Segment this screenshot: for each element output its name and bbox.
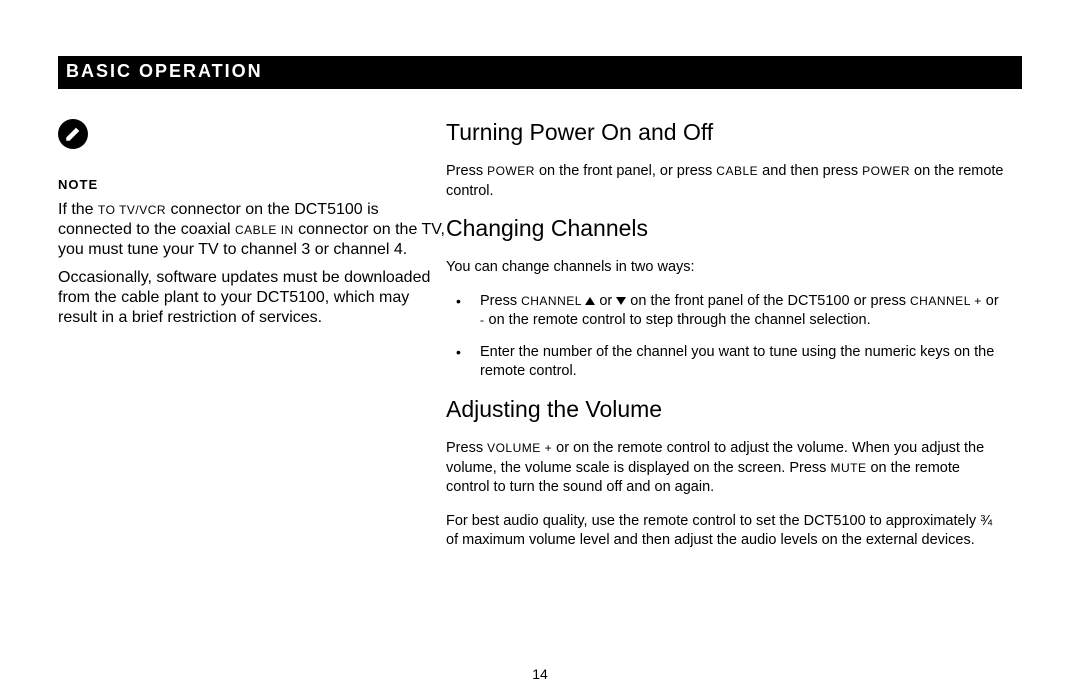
note-column: NOTE If the TO TV/VCR connector on the D…: [58, 119, 448, 336]
note-p1-sc2: CABLE IN: [235, 223, 294, 237]
power-p-b: on the front panel, or press: [535, 163, 716, 179]
ch-b1-d: or: [982, 293, 999, 309]
channels-bullet-2: Enter the number of the channel you want…: [446, 343, 1006, 382]
main-column: Turning Power On and Off Press POWER on …: [446, 119, 1006, 551]
note-p1-sc1: TO TV/VCR: [98, 203, 166, 217]
two-column-layout: NOTE If the TO TV/VCR connector on the D…: [58, 119, 1022, 551]
power-p-sc3: POWER: [862, 164, 910, 178]
power-paragraph: Press POWER on the front panel, or press…: [446, 162, 1006, 201]
vol-p1-a: Press: [446, 440, 487, 456]
channels-intro: You can change channels in two ways:: [446, 258, 1006, 278]
volume-paragraph-1: Press VOLUME + or on the remote control …: [446, 439, 1006, 498]
heading-power: Turning Power On and Off: [446, 119, 1006, 146]
section-header-text: BASIC OPERATION: [66, 61, 263, 81]
ch-b1-sc2: CHANNEL +: [910, 294, 982, 308]
ch-b1-e: on the remote control to step through th…: [485, 312, 871, 328]
note-p1-a: If the: [58, 201, 98, 218]
section-header-bar: BASIC OPERATION: [58, 56, 1022, 89]
triangle-down-icon: [616, 297, 626, 305]
volume-paragraph-2: For best audio quality, use the remote c…: [446, 512, 1006, 551]
channels-bullet-1: Press CHANNEL or on the front panel of t…: [446, 292, 1006, 331]
triangle-up-icon: [585, 297, 595, 305]
pencil-icon: [58, 119, 88, 149]
vol-p1-sc1: VOLUME +: [487, 441, 552, 455]
note-paragraph-1: If the TO TV/VCR connector on the DCT510…: [58, 200, 448, 260]
heading-volume: Adjusting the Volume: [446, 396, 1006, 423]
power-p-sc2: CABLE: [716, 164, 758, 178]
ch-b1-c: on the front panel of the DCT5100 or pre…: [626, 293, 910, 309]
ch-b1-a: Press: [480, 293, 521, 309]
power-p-c: and then press: [758, 163, 862, 179]
ch-b1-b: or: [595, 293, 616, 309]
page-number: 14: [0, 666, 1080, 682]
channels-bullet-list: Press CHANNEL or on the front panel of t…: [446, 292, 1006, 382]
note-label: NOTE: [58, 177, 448, 192]
power-p-sc1: POWER: [487, 164, 535, 178]
vol-p1-sc2: MUTE: [830, 461, 866, 475]
note-paragraph-2: Occasionally, software updates must be d…: [58, 268, 448, 328]
heading-channels: Changing Channels: [446, 215, 1006, 242]
power-p-a: Press: [446, 163, 487, 179]
ch-b1-sc1: CHANNEL: [521, 294, 585, 308]
